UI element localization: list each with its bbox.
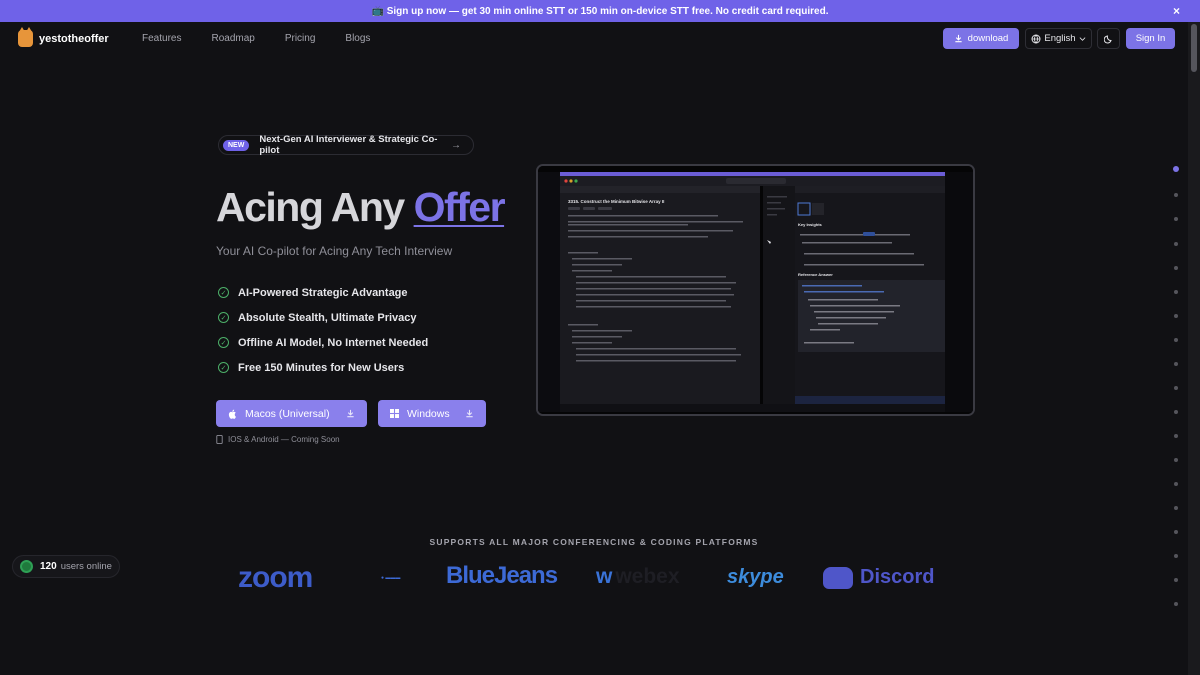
- small-platform-logo-icon: ● ▬▬▬: [381, 575, 401, 581]
- page-scrollbar[interactable]: [1188, 22, 1200, 675]
- online-count: 120: [40, 561, 57, 572]
- online-status-icon: [20, 560, 33, 573]
- discord-text: Discord: [860, 566, 935, 588]
- zoom-logo: zoom: [238, 561, 313, 594]
- discord-logo: Discord: [823, 566, 934, 589]
- scrollbar-thumb[interactable]: [1191, 24, 1197, 72]
- online-users-badge: 120 users online: [12, 555, 120, 578]
- platform-logos: zoom ● ▬▬▬ BlueJeans ᴡ webex skype Discor…: [0, 0, 1188, 675]
- webex-text: webex: [615, 565, 680, 588]
- discord-mark-icon: [823, 566, 853, 589]
- skype-logo: skype: [727, 566, 784, 588]
- online-label: users online: [60, 561, 112, 572]
- webex-mark-icon: ᴡ: [596, 565, 613, 588]
- bluejeans-logo: BlueJeans: [446, 562, 558, 589]
- webex-logo: ᴡ webex: [596, 565, 680, 589]
